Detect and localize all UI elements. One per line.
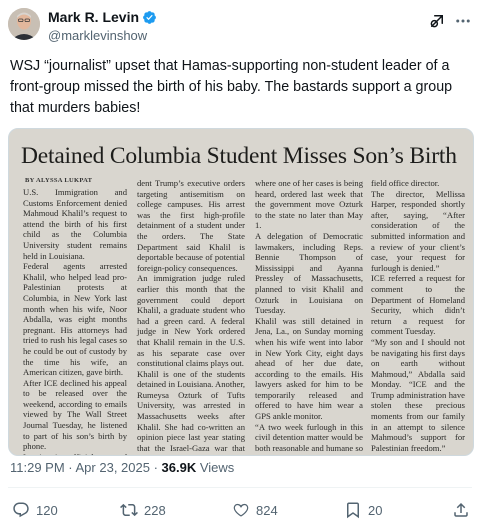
clipping-column-2: dent Trump’s executive orders targeting … [137,178,245,455]
view-count: 36.9K [161,460,197,475]
like-icon [233,503,249,517]
reply-icon [13,502,29,518]
repost-icon [120,503,138,517]
like-button[interactable]: 824 [232,496,278,524]
author-handle[interactable]: @marklevinshow [48,28,147,43]
like-count: 824 [256,502,278,518]
share-button[interactable] [452,496,470,524]
reply-button[interactable]: 120 [12,496,58,524]
clipping-byline: BY ALYSSA LUKPAT [25,177,93,184]
more-icon[interactable] [452,10,474,32]
bookmark-icon [347,502,359,519]
clipping-headline: Detained Columbia Student Misses Son’s B… [21,143,457,169]
divider [8,487,472,488]
tweet-image[interactable]: Detained Columbia Student Misses Son’s B… [8,128,474,456]
timestamp[interactable]: 11:29 PM · Apr 23, 2025 · [10,460,162,475]
action-bar: 120 228 824 20 [0,496,480,524]
bookmark-button[interactable]: 20 [344,496,382,524]
clipping-column-3: where one of her cases is being heard, o… [255,178,363,455]
grok-icon[interactable] [426,10,448,32]
tweet-meta: 11:29 PM · Apr 23, 2025 · 36.9K Views [10,460,234,475]
views-label: Views [196,460,235,475]
bookmark-count: 20 [368,502,383,518]
author-name[interactable]: Mark R. Levin [48,9,139,25]
clipping-column-1: U.S. Immigration and Customs Enforcement… [23,187,127,455]
tweet-header: Mark R. Levin @marklevinshow [0,0,480,52]
tweet-text: WSJ “journalist” upset that Hamas-suppor… [10,58,453,116]
repost-count: 228 [144,502,166,518]
verified-badge-icon [143,10,156,24]
reply-count: 120 [36,502,58,518]
clipping-column-4: field office director. The director, Mel… [371,178,465,455]
avatar[interactable] [8,8,40,40]
repost-button[interactable]: 228 [120,496,166,524]
share-icon [454,502,468,517]
